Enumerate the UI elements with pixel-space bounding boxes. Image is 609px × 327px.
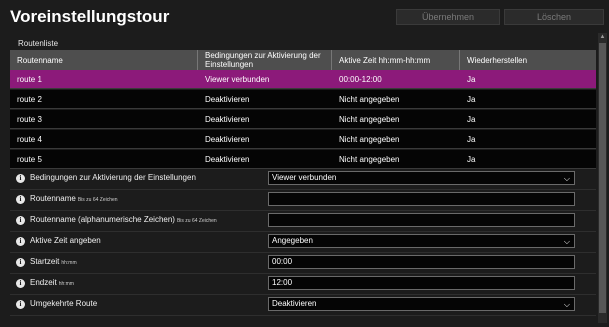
route-table-header: Routenname Bedingungen zur Aktivierung d… (10, 50, 596, 70)
title-bar: Voreinstellungstour Übernehmen Löschen (0, 0, 609, 32)
cell-active-time: 00:00-12:00 (339, 75, 382, 84)
end-time-input[interactable]: 12:00 (268, 276, 575, 290)
active-time-label: Aktive Zeit angeben (30, 236, 101, 245)
cell-route-name: route 5 (17, 155, 42, 164)
form-row-activation-condition: i Bedingungen zur Aktivierung der Einste… (10, 169, 596, 190)
cell-restore: Ja (467, 155, 476, 164)
info-icon[interactable]: i (16, 279, 25, 288)
column-header-condition[interactable]: Bedingungen zur Aktivierung der Einstell… (198, 50, 332, 70)
form-row-route-name-alnum: i Routenname (alphanumerische Zeichen) Bi… (10, 211, 596, 232)
activation-condition-value: Viewer verbunden (272, 173, 337, 182)
cell-restore: Ja (467, 115, 476, 124)
column-header-route-name[interactable]: Routenname (10, 50, 198, 70)
chevron-down-icon: ⌵ (563, 237, 570, 246)
chevron-down-icon: ⌵ (563, 300, 570, 309)
active-time-value: Angegeben (272, 236, 313, 245)
page-title: Voreinstellungstour (10, 7, 170, 26)
table-row[interactable]: route 5 Deaktivieren Nicht angegeben Ja (10, 150, 596, 169)
vertical-scrollbar[interactable]: ▲ (598, 33, 607, 323)
info-icon[interactable]: i (16, 300, 25, 309)
route-name-label: Routenname Bis zu 64 Zeichen (30, 194, 118, 203)
table-row[interactable]: route 4 Deaktivieren Nicht angegeben Ja (10, 130, 596, 149)
end-time-label-text: Endzeit (30, 278, 57, 287)
cell-route-name: route 1 (17, 75, 42, 84)
route-name-input[interactable] (268, 192, 575, 206)
route-name-alnum-input[interactable] (268, 213, 575, 227)
delete-button[interactable]: Löschen (504, 9, 604, 25)
activation-condition-select[interactable]: Viewer verbunden ⌵ (268, 171, 575, 185)
reverse-route-select[interactable]: Deaktivieren ⌵ (268, 297, 575, 311)
cell-condition: Deaktivieren (205, 115, 250, 124)
cell-condition: Deaktivieren (205, 95, 250, 104)
route-list-label: Routenliste (18, 39, 59, 48)
info-icon[interactable]: i (16, 258, 25, 267)
cell-active-time: Nicht angegeben (339, 135, 400, 144)
table-row[interactable]: route 2 Deaktivieren Nicht angegeben Ja (10, 90, 596, 109)
route-name-alnum-label-text: Routenname (alphanumerische Zeichen) (30, 215, 175, 224)
table-row[interactable]: route 3 Deaktivieren Nicht angegeben Ja (10, 110, 596, 129)
info-icon[interactable]: i (16, 237, 25, 246)
chevron-down-icon: ⌵ (563, 174, 570, 183)
start-time-label: Startzeit hh:mm (30, 257, 77, 266)
route-name-alnum-label: Routenname (alphanumerische Zeichen) Bis … (30, 215, 217, 224)
cell-route-name: route 2 (17, 95, 42, 104)
scroll-up-arrow-icon[interactable]: ▲ (598, 33, 607, 42)
cell-route-name: route 3 (17, 115, 42, 124)
column-header-restore[interactable]: Wiederherstellen (460, 50, 596, 70)
table-row[interactable]: route 1 Viewer verbunden 00:00-12:00 Ja (10, 70, 596, 89)
start-time-input[interactable]: 00:00 (268, 255, 575, 269)
form-row-reverse-route: i Umgekehrte Route Deaktivieren ⌵ (10, 295, 596, 316)
cell-active-time: Nicht angegeben (339, 155, 400, 164)
apply-button[interactable]: Übernehmen (396, 9, 500, 25)
cell-active-time: Nicht angegeben (339, 115, 400, 124)
form-row-active-time: i Aktive Zeit angeben Angegeben ⌵ (10, 232, 596, 253)
active-time-select[interactable]: Angegeben ⌵ (268, 234, 575, 248)
cell-condition: Viewer verbunden (205, 75, 270, 84)
form-row-start-time: i Startzeit hh:mm 00:00 (10, 253, 596, 274)
settings-panel: Routenliste Routenname Bedingungen zur A… (10, 33, 596, 323)
cell-restore: Ja (467, 95, 476, 104)
start-time-label-text: Startzeit (30, 257, 60, 266)
cell-route-name: route 4 (17, 135, 42, 144)
route-name-alnum-hint: Bis zu 64 Zeichen (176, 218, 217, 224)
scrollbar-thumb[interactable] (599, 43, 606, 313)
cell-condition: Deaktivieren (205, 155, 250, 164)
end-time-hint: hh:mm (58, 281, 74, 287)
info-icon[interactable]: i (16, 195, 25, 204)
end-time-label: Endzeit hh:mm (30, 278, 74, 287)
cell-condition: Deaktivieren (205, 135, 250, 144)
reverse-route-value: Deaktivieren (272, 299, 317, 308)
form-row-route-name: i Routenname Bis zu 64 Zeichen (10, 190, 596, 211)
cell-restore: Ja (467, 135, 476, 144)
info-icon[interactable]: i (16, 174, 25, 183)
cell-restore: Ja (467, 75, 476, 84)
reverse-route-label: Umgekehrte Route (30, 299, 98, 308)
form-row-end-time: i Endzeit hh:mm 12:00 (10, 274, 596, 295)
route-name-label-text: Routenname (30, 194, 76, 203)
cell-active-time: Nicht angegeben (339, 95, 400, 104)
route-name-hint: Bis zu 64 Zeichen (77, 197, 118, 203)
start-time-hint: hh:mm (61, 260, 77, 266)
activation-condition-label: Bedingungen zur Aktivierung der Einstell… (30, 173, 196, 182)
column-header-active-time[interactable]: Aktive Zeit hh:mm-hh:mm (332, 50, 460, 70)
info-icon[interactable]: i (16, 216, 25, 225)
